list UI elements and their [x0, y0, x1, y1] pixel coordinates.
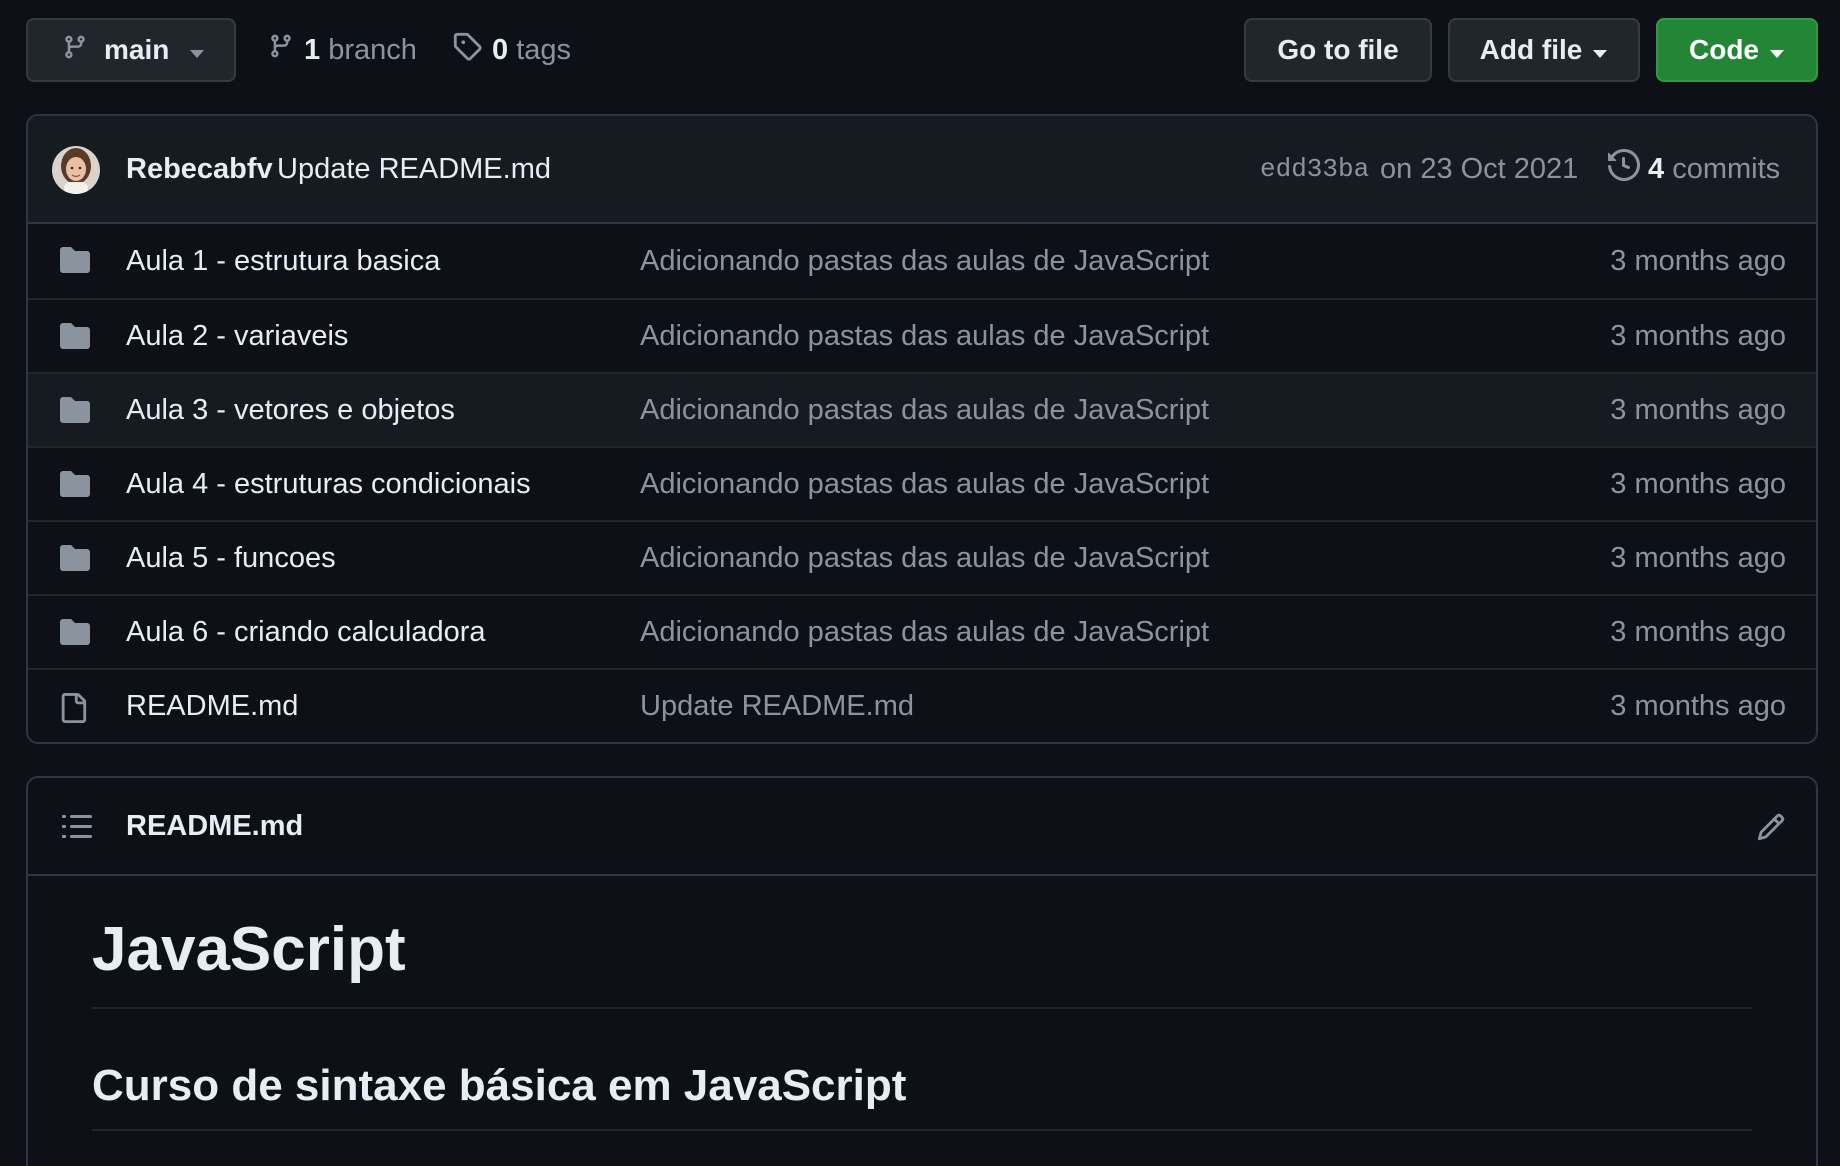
- add-file-label: Add file: [1479, 34, 1583, 65]
- file-name[interactable]: Aula 1 - estrutura basica: [126, 245, 440, 278]
- commits-count: 4: [1648, 152, 1665, 185]
- branch-select-button[interactable]: main: [26, 18, 236, 82]
- file-commit-message[interactable]: Adicionando pastas das aulas de JavaScri…: [640, 394, 1209, 427]
- file-age: 3 months ago: [1610, 244, 1786, 277]
- repository-page: main 1 branch 0 tags Go to file Add file: [0, 0, 1840, 1166]
- file-icon: [58, 692, 88, 729]
- caret-down-icon: [1592, 34, 1608, 66]
- file-name[interactable]: Aula 3 - vetores e objetos: [126, 394, 455, 427]
- file-row[interactable]: Aula 6 - criando calculadora Adicionando …: [28, 594, 1816, 668]
- folder-icon: [58, 618, 92, 651]
- repo-toolbar: main 1 branch 0 tags Go to file Add file: [26, 18, 1818, 82]
- git-branch-icon: [268, 31, 294, 69]
- file-age: 3 months ago: [1610, 467, 1786, 500]
- tags-label: tags: [516, 33, 572, 66]
- file-list: Aula 1 - estrutura basica Adicionando pas…: [28, 224, 1816, 742]
- caret-down-icon: [189, 34, 205, 66]
- commit-message[interactable]: Update README.md: [277, 153, 551, 186]
- go-to-file-label: Go to file: [1277, 34, 1399, 65]
- branches-count: 1: [304, 33, 321, 66]
- list-unordered-icon[interactable]: [62, 814, 92, 845]
- file-commit-message[interactable]: Adicionando pastas das aulas de JavaScri…: [640, 542, 1209, 575]
- file-age: 3 months ago: [1610, 393, 1786, 426]
- branches-link[interactable]: 1 branch: [268, 18, 417, 82]
- folder-icon: [58, 396, 92, 429]
- file-age: 3 months ago: [1610, 689, 1786, 722]
- file-row[interactable]: Aula 1 - estrutura basica Adicionando pas…: [28, 224, 1816, 298]
- code-label: Code: [1689, 34, 1759, 65]
- file-commit-message[interactable]: Adicionando pastas das aulas de JavaScri…: [640, 320, 1209, 353]
- caret-down-icon: [1769, 34, 1785, 66]
- readme-heading-1: JavaScript: [92, 914, 1752, 1009]
- add-file-button[interactable]: Add file: [1448, 18, 1640, 82]
- tag-icon: [452, 31, 482, 69]
- branches-label: branch: [328, 33, 417, 66]
- file-row[interactable]: Aula 4 - estruturas condicionais Adiciona…: [28, 446, 1816, 520]
- file-name[interactable]: README.md: [126, 690, 298, 723]
- folder-icon: [58, 544, 92, 577]
- commits-label: commits: [1672, 152, 1781, 185]
- readme-header: README.md: [28, 778, 1816, 876]
- latest-commit-bar: Rebecabfv Update README.md edd33ba on 23…: [28, 116, 1816, 224]
- git-branch-icon: [62, 32, 88, 69]
- file-commit-message[interactable]: Adicionando pastas das aulas de JavaScri…: [640, 616, 1209, 649]
- avatar[interactable]: [52, 146, 100, 194]
- file-row[interactable]: Aula 5 - funcoes Adicionando pastas das a…: [28, 520, 1816, 594]
- file-commit-message[interactable]: Adicionando pastas das aulas de JavaScri…: [640, 245, 1209, 278]
- readme-body: JavaScript Curso de sintaxe básica em Ja…: [28, 914, 1816, 1131]
- folder-icon: [58, 322, 92, 355]
- file-row[interactable]: Aula 2 - variaveis Adicionando pastas das…: [28, 298, 1816, 372]
- file-age: 3 months ago: [1610, 319, 1786, 352]
- readme-title[interactable]: README.md: [126, 810, 303, 843]
- file-name[interactable]: Aula 6 - criando calculadora: [126, 616, 485, 649]
- history-icon: [1608, 148, 1641, 189]
- file-commit-message[interactable]: Update README.md: [640, 690, 914, 723]
- file-name[interactable]: Aula 4 - estruturas condicionais: [126, 468, 531, 501]
- file-age: 3 months ago: [1610, 615, 1786, 648]
- commits-link[interactable]: 4 commits: [1608, 148, 1781, 189]
- tags-link[interactable]: 0 tags: [452, 18, 571, 82]
- go-to-file-button[interactable]: Go to file: [1244, 18, 1432, 82]
- pencil-icon[interactable]: [1756, 812, 1786, 847]
- file-row[interactable]: Aula 3 - vetores e objetos Adicionando pa…: [28, 372, 1816, 446]
- commit-date: on 23 Oct 2021: [1380, 152, 1579, 185]
- file-table: Rebecabfv Update README.md edd33ba on 23…: [26, 114, 1818, 744]
- folder-icon: [58, 470, 92, 503]
- commit-author[interactable]: Rebecabfv: [126, 153, 273, 186]
- file-age: 3 months ago: [1610, 541, 1786, 574]
- commit-sha[interactable]: edd33ba: [1260, 154, 1369, 184]
- file-name[interactable]: Aula 5 - funcoes: [126, 542, 336, 575]
- code-button[interactable]: Code: [1656, 18, 1818, 82]
- branch-name: main: [104, 34, 170, 65]
- readme-heading-2: Curso de sintaxe básica em JavaScript: [92, 1061, 1752, 1131]
- folder-icon: [58, 246, 92, 279]
- file-commit-message[interactable]: Adicionando pastas das aulas de JavaScri…: [640, 468, 1209, 501]
- file-name[interactable]: Aula 2 - variaveis: [126, 320, 348, 353]
- tags-count: 0: [492, 33, 509, 66]
- readme-panel: README.md JavaScript Curso de sintaxe bá…: [26, 776, 1818, 1166]
- file-row[interactable]: README.md Update README.md 3 months ago: [28, 668, 1816, 742]
